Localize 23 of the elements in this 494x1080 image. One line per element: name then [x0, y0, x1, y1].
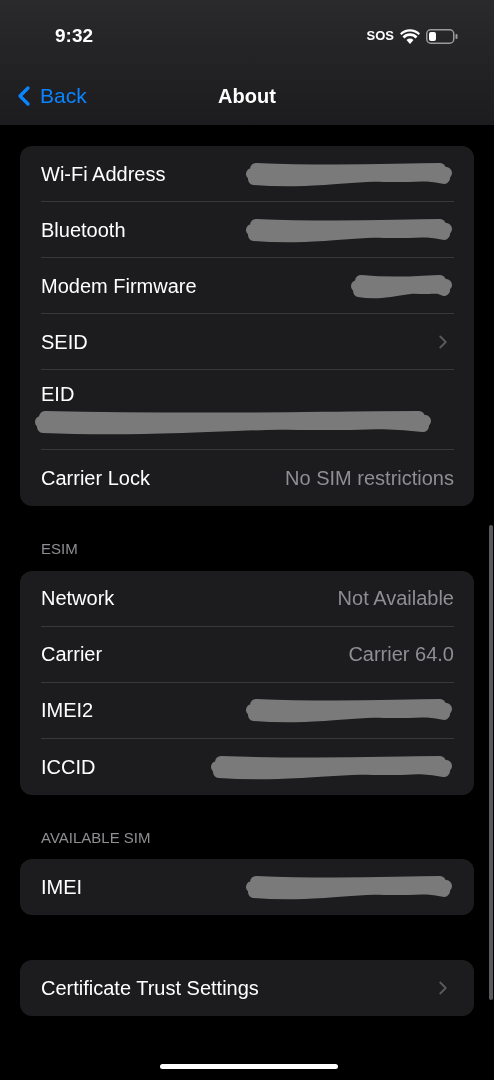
row-label: Wi-Fi Address: [41, 161, 166, 187]
sos-label: SOS: [366, 27, 394, 46]
row-label: EID: [41, 382, 76, 407]
battery-icon: [426, 28, 458, 44]
row-label: ICCID: [41, 754, 96, 780]
status-time: 9:32: [55, 23, 94, 48]
back-button[interactable]: Back: [0, 80, 87, 112]
row-value: Carrier 64.0: [348, 642, 454, 667]
row-value: Not Available: [337, 586, 454, 611]
row-label: Carrier Lock: [41, 466, 150, 491]
row-label: Network: [41, 586, 115, 611]
row-label: Bluetooth: [41, 217, 126, 243]
section-header: ESIM: [40, 539, 79, 559]
row-label: Modem Firmware: [41, 273, 197, 299]
row-label: SEID: [41, 329, 88, 355]
wifi-icon: [400, 28, 420, 44]
row-label: IMEI: [41, 875, 83, 900]
row-label: IMEI2: [41, 698, 94, 723]
section-header: AVAILABLE SIM: [40, 827, 152, 848]
row-value: No SIM restrictions: [285, 466, 454, 491]
row-label: Certificate Trust Settings: [41, 976, 259, 1001]
row-label: Carrier: [41, 642, 103, 667]
screen-title: About: [218, 84, 276, 109]
